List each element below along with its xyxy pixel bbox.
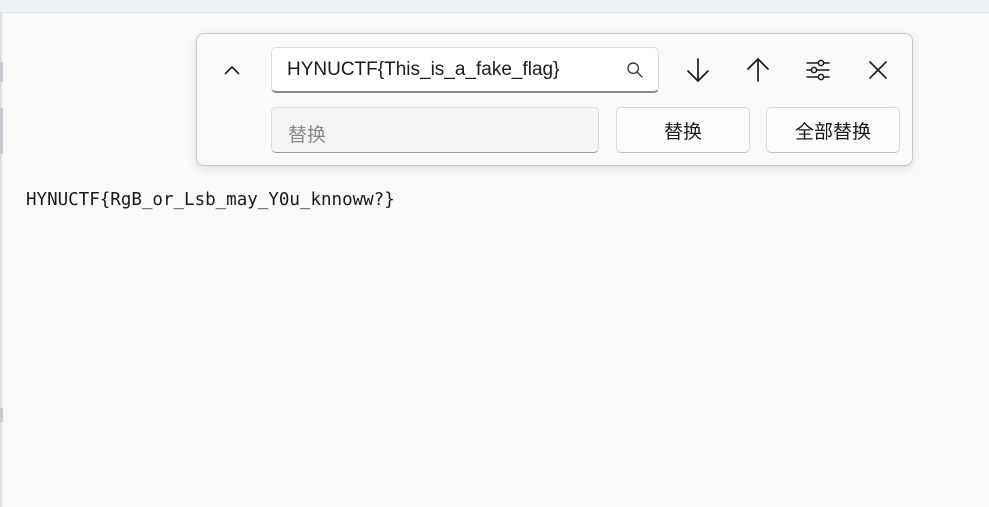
edge-mark <box>0 408 3 422</box>
search-options-button[interactable] <box>800 52 836 88</box>
edge-mark <box>0 62 3 82</box>
chevron-up-icon <box>224 66 240 75</box>
window-top-bar <box>0 0 989 13</box>
find-replace-panel: HYNUCTF{This_is_a_fake_flag} 替换 替换 全部替换 <box>196 33 913 166</box>
notepad-window: HYNUCTF{RgB_or_Lsb_may_Y0u_knnoww?} HYNU… <box>0 0 989 507</box>
toggle-replace-button[interactable] <box>214 52 250 88</box>
previous-match-button[interactable] <box>740 52 776 88</box>
replace-input-placeholder: 替换 <box>288 124 327 146</box>
find-input-value: HYNUCTF{This_is_a_fake_flag} <box>287 59 560 80</box>
replace-all-button[interactable]: 全部替换 <box>766 107 900 153</box>
editor-text[interactable]: HYNUCTF{RgB_or_Lsb_may_Y0u_knnoww?} <box>26 188 395 212</box>
window-left-edge <box>0 13 2 507</box>
find-input[interactable]: HYNUCTF{This_is_a_fake_flag} <box>271 47 659 93</box>
arrow-down-icon <box>687 58 709 82</box>
replace-button[interactable]: 替换 <box>616 107 750 153</box>
search-icon[interactable] <box>626 61 644 79</box>
close-panel-button[interactable] <box>860 52 896 88</box>
replace-input[interactable]: 替换 <box>271 107 599 153</box>
close-icon <box>869 61 887 79</box>
sliders-icon <box>806 59 830 81</box>
arrow-up-icon <box>747 58 769 82</box>
next-match-button[interactable] <box>680 52 716 88</box>
edge-mark <box>0 108 3 154</box>
